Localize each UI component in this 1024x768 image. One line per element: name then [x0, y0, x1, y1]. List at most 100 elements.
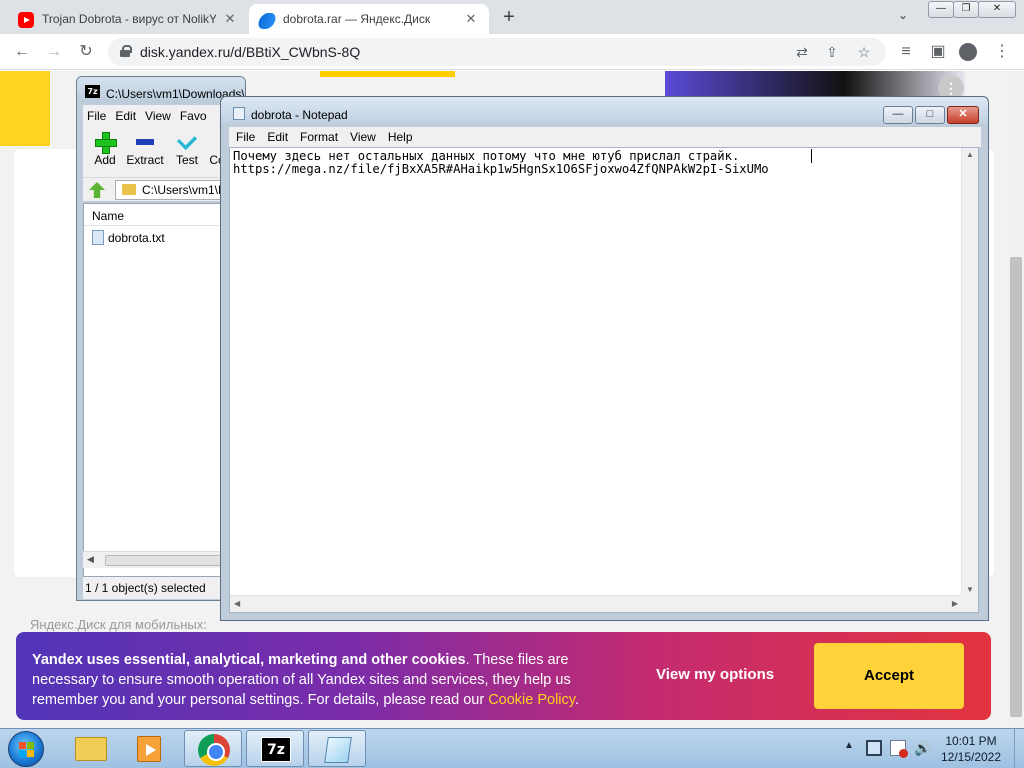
page-logo-strip	[0, 71, 50, 146]
taskbar-notepad[interactable]	[308, 730, 366, 767]
scroll-left-icon[interactable]: ◀	[234, 599, 240, 608]
notepad-icon	[233, 107, 245, 120]
extract-label: Extract	[126, 153, 164, 167]
menu-favorites[interactable]: Favo	[176, 105, 212, 123]
youtube-icon	[18, 12, 34, 28]
close-button[interactable]: ✕	[947, 106, 979, 124]
tab-yandex-disk[interactable]: dobrota.rar — Яндекс.Диск ✕	[249, 4, 489, 34]
minus-icon	[136, 139, 154, 145]
test-button[interactable]: Test	[165, 129, 209, 167]
vertical-scrollbar[interactable]: ▲ ▼	[961, 148, 978, 596]
cookie-message-end: .	[574, 692, 579, 708]
profile-avatar-icon[interactable]	[958, 42, 978, 62]
add-button[interactable]: Add	[83, 129, 127, 167]
document-text[interactable]: Почему здесь нет остальных данных потому…	[233, 150, 769, 176]
scroll-right-icon[interactable]: ▶	[952, 599, 958, 608]
close-window-button[interactable]: ✕	[978, 1, 1016, 18]
address-bar[interactable]: disk.yandex.ru/d/BBtiX_CWbnS-8Q ⇄ ⇪ ☆	[108, 38, 886, 66]
minimize-button[interactable]: —	[928, 1, 954, 18]
folder-icon	[122, 184, 136, 195]
menu-edit[interactable]: Edit	[260, 127, 293, 144]
chrome-menu-icon[interactable]: ⋮	[992, 42, 1012, 62]
notepad-window: dobrota - Notepad — □ ✕ File Edit Format Vi…	[220, 96, 989, 621]
taskbar-media-player[interactable]	[120, 730, 178, 767]
cookie-policy-link[interactable]: Cookie Policy	[488, 692, 575, 708]
add-label: Add	[94, 153, 116, 167]
close-tab-icon[interactable]: ✕	[222, 11, 238, 27]
tab-search-icon[interactable]: ⌄	[898, 8, 908, 22]
sevenzip-address-bar: C:\Users\vm1\Downloads\dobrota.rar\dobro…	[83, 177, 245, 201]
notepad-title: dobrota - Notepad	[251, 108, 348, 122]
tab-trojan-dobrota[interactable]: Trojan Dobrota - вирус от NolikYT ✕	[8, 4, 248, 34]
file-list[interactable]: Name dobrota.txt	[83, 203, 243, 577]
chrome-icon	[198, 734, 230, 766]
sevenzip-menubar: File Edit View Favo	[83, 105, 243, 125]
horizontal-scrollbar[interactable]: ◀	[83, 551, 243, 568]
sevenzip-toolbar: Add Extract Test Co	[83, 125, 243, 177]
up-folder-icon[interactable]	[89, 182, 105, 198]
menu-help[interactable]: Help	[381, 127, 418, 144]
list-item[interactable]: dobrota.txt	[92, 230, 165, 248]
back-arrow-icon[interactable]: ←	[12, 42, 32, 62]
taskbar-7zip[interactable]: 7z	[246, 730, 304, 767]
clock-date: 12/15/2022	[940, 750, 1002, 764]
scroll-up-icon[interactable]: ▲	[962, 150, 978, 159]
menu-format[interactable]: Format	[293, 127, 343, 144]
tab-title: dobrota.rar — Яндекс.Диск	[283, 12, 431, 26]
browser-tab-strip: Trojan Dobrota - вирус от NolikYT ✕ dobr…	[0, 0, 1024, 34]
text-editor[interactable]: Почему здесь нет остальных данных потому…	[229, 147, 979, 613]
cookie-message: Yandex uses essential, analytical, marke…	[32, 650, 622, 710]
lock-icon[interactable]	[120, 45, 132, 57]
translate-icon[interactable]: ⇄	[792, 42, 812, 62]
accept-cookies-button[interactable]: Accept	[814, 643, 964, 709]
column-header-name[interactable]: Name	[84, 204, 242, 226]
reload-icon[interactable]: ↻	[76, 42, 96, 62]
menu-file[interactable]: File	[83, 105, 111, 123]
close-tab-icon[interactable]: ✕	[463, 11, 479, 27]
start-button[interactable]	[8, 731, 44, 767]
network-icon[interactable]	[866, 740, 882, 756]
scrollbar-thumb[interactable]	[105, 555, 225, 566]
view-options-button[interactable]: View my options	[656, 666, 774, 683]
taskbar-explorer[interactable]	[62, 730, 120, 767]
cookie-message-bold: Yandex uses essential, analytical, marke…	[32, 652, 466, 668]
system-clock[interactable]: 10:01 PM 12/15/2022	[934, 733, 1008, 765]
text-file-icon	[92, 230, 104, 246]
url-text[interactable]: disk.yandex.ru/d/BBtiX_CWbnS-8Q	[140, 44, 360, 60]
page-scrollbar-thumb[interactable]	[1010, 257, 1022, 717]
notepad-menubar: File Edit Format View Help	[229, 127, 981, 147]
menu-view[interactable]: View	[141, 105, 176, 123]
taskbar-chrome[interactable]	[184, 730, 242, 767]
show-desktop-button[interactable]	[1014, 729, 1024, 768]
bookmark-star-icon[interactable]: ☆	[854, 42, 874, 62]
notepad-titlebar[interactable]: dobrota - Notepad — □ ✕	[221, 97, 988, 124]
menu-view[interactable]: View	[343, 127, 381, 144]
media-controls-icon[interactable]: ≡	[896, 42, 916, 62]
volume-icon[interactable]: 🔊	[914, 740, 931, 756]
menu-file[interactable]: File	[229, 127, 260, 144]
action-center-flag-icon[interactable]	[890, 740, 908, 758]
test-label: Test	[175, 153, 198, 167]
side-panel-icon[interactable]: ▣	[928, 42, 948, 62]
forward-arrow-icon[interactable]: →	[44, 42, 64, 62]
windows-taskbar: 7z ▲ 🔊 10:01 PM 12/15/2022	[0, 728, 1024, 768]
share-icon[interactable]: ⇪	[822, 42, 842, 62]
horizontal-scrollbar[interactable]: ◀ ▶	[230, 595, 962, 612]
maximize-button[interactable]: □	[915, 106, 945, 124]
banner-decoration	[320, 71, 455, 77]
text-cursor	[811, 149, 812, 163]
scroll-left-icon[interactable]: ◀	[87, 554, 94, 565]
show-hidden-icons-icon[interactable]: ▲	[844, 740, 854, 751]
media-player-icon	[137, 736, 161, 762]
menu-edit[interactable]: Edit	[111, 105, 141, 123]
plus-icon	[95, 132, 117, 154]
yandex-disk-icon	[256, 12, 278, 29]
new-tab-button[interactable]: +	[499, 7, 519, 27]
extract-button[interactable]: Extract	[123, 129, 167, 167]
tab-title: Trojan Dobrota - вирус от NolikYT	[42, 12, 216, 26]
restore-button[interactable]: ❐	[953, 1, 979, 18]
explorer-icon	[75, 737, 107, 761]
cookie-banner: Yandex uses essential, analytical, marke…	[16, 632, 991, 720]
minimize-button[interactable]: —	[883, 106, 913, 124]
scroll-down-icon[interactable]: ▼	[962, 585, 978, 594]
